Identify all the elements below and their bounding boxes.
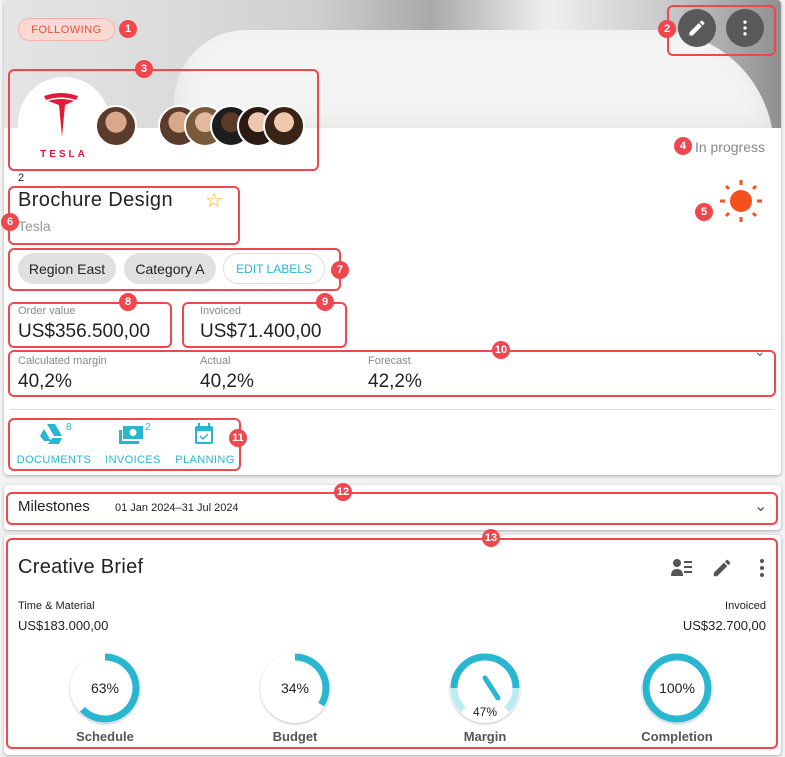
annotation-box bbox=[8, 69, 319, 171]
annotation-box bbox=[8, 302, 172, 348]
status-text: In progress bbox=[694, 139, 765, 155]
divider bbox=[10, 409, 774, 410]
annotation-box bbox=[667, 5, 776, 56]
following-button[interactable]: FOLLOWING bbox=[18, 18, 115, 41]
annotation-badge: 12 bbox=[334, 483, 352, 501]
annotation-badge: 8 bbox=[119, 293, 137, 311]
annotation-box bbox=[8, 350, 776, 397]
sun-icon bbox=[720, 180, 762, 222]
annotation-box bbox=[8, 248, 341, 291]
annotation-badge: 7 bbox=[331, 261, 349, 279]
project-number: 2 bbox=[18, 172, 25, 184]
annotation-box bbox=[8, 186, 240, 245]
annotation-badge: 10 bbox=[492, 341, 510, 359]
annotation-badge: 5 bbox=[695, 203, 713, 221]
annotation-badge: 13 bbox=[482, 529, 500, 547]
annotation-box bbox=[8, 418, 241, 471]
annotation-box bbox=[6, 492, 778, 525]
annotation-badge: 3 bbox=[135, 60, 153, 78]
annotation-badge: 9 bbox=[316, 293, 334, 311]
annotation-box bbox=[6, 538, 778, 749]
annotation-badge: 2 bbox=[658, 20, 676, 38]
annotation-badge: 4 bbox=[674, 137, 692, 155]
annotation-badge: 11 bbox=[229, 429, 247, 447]
annotation-badge: 1 bbox=[119, 20, 137, 38]
annotation-badge: 6 bbox=[1, 213, 19, 231]
